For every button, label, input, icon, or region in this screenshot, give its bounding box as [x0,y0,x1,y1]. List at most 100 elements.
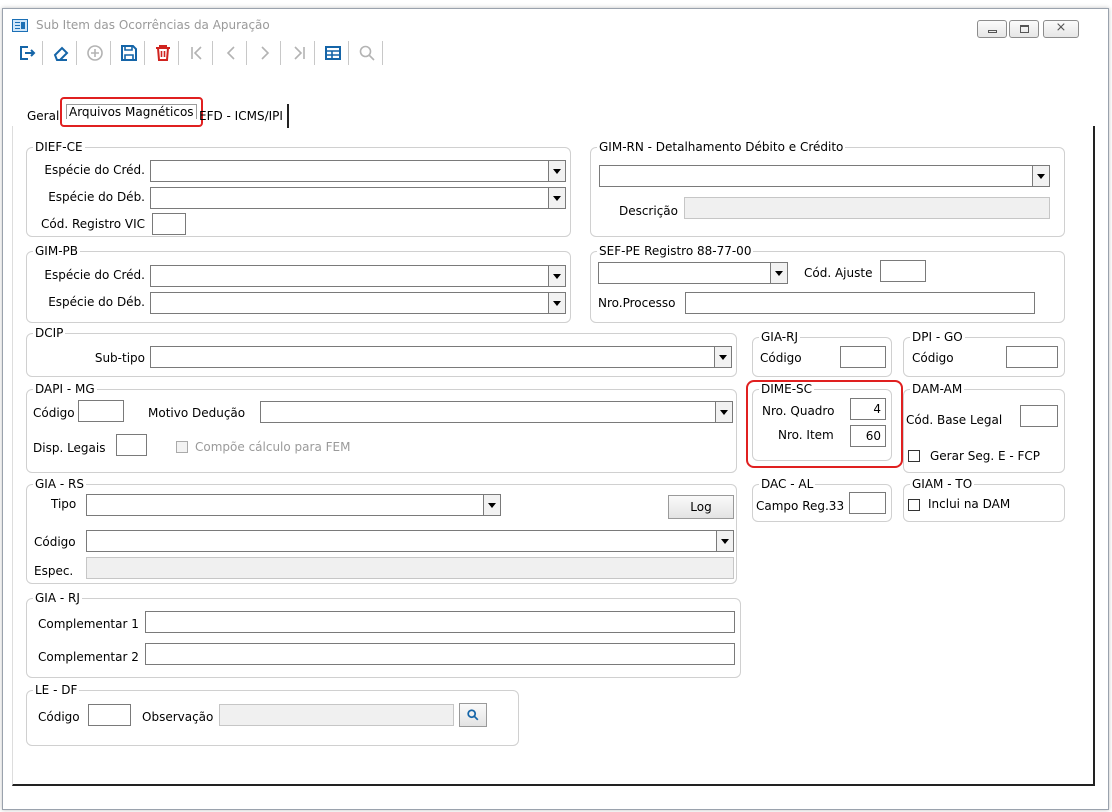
tab-geral[interactable]: Geral [24,104,62,128]
app-icon [12,19,28,32]
observacao-input [219,704,454,726]
dief-especie-cred-select[interactable] [150,160,566,182]
tipo-select[interactable] [86,494,501,516]
toolbar [6,38,386,70]
add-button [82,38,108,68]
tab-efd-icms-ipi[interactable]: EFD - ICMS/IPI [196,104,289,128]
clear-button[interactable] [48,38,74,68]
exit-icon [20,46,36,60]
dpi-go-codigo-input[interactable] [1006,346,1058,368]
inclui-dam-checkbox[interactable] [908,499,920,511]
complementar-2-input[interactable] [145,643,735,665]
label-disp-legais: Disp. Legais [33,441,106,455]
prev-icon [226,46,235,60]
gim-pb-especie-deb-select[interactable] [150,292,566,314]
cod-registro-vic-input[interactable] [152,213,186,235]
dief-especie-deb-select[interactable] [150,187,566,209]
label-campo-reg33: Campo Reg.33 [756,499,845,513]
save-icon [121,45,137,61]
maximize-icon [1020,25,1029,33]
chevron-down-icon[interactable] [548,188,565,208]
complementar-1-input[interactable] [145,611,735,633]
grid-icon [325,46,341,60]
minimize-icon [988,30,997,33]
observacao-search-button[interactable] [459,703,487,727]
group-title: GIA - RJ [33,591,82,605]
label-codigo: Código [38,710,80,724]
first-icon [191,46,202,60]
close-icon: ⨯ [1055,20,1067,35]
chevron-down-icon[interactable] [714,347,731,367]
cod-ajuste-input[interactable] [880,260,926,282]
compoe-fem-checkbox [176,441,188,453]
label-tipo: Tipo [51,497,77,511]
subtipo-select[interactable] [150,346,732,368]
search-icon [467,709,479,721]
first-record-button [184,38,210,68]
group-gim-rn: GIM-RN - Detalhamento Débito e Crédito [590,140,1065,237]
le-df-codigo-input[interactable] [88,704,131,726]
campo-reg33-input[interactable] [849,492,886,514]
log-button[interactable]: Log [668,495,734,519]
gia-rj-codigo-input[interactable] [840,346,886,368]
group-title: GIM-PB [33,244,80,258]
disp-legais-input[interactable] [116,434,147,456]
label-especie-deb: Espécie do Déb. [48,295,145,309]
exit-button[interactable] [14,38,40,68]
add-icon [87,45,103,61]
label-codigo: Código [760,351,802,365]
label-espec: Espec. [34,564,74,578]
save-button[interactable] [116,38,142,68]
delete-button[interactable] [150,38,176,68]
chevron-down-icon[interactable] [548,161,565,181]
group-title: DAM-AM [910,382,965,396]
gim-pb-especie-cred-select[interactable] [150,265,566,287]
close-button[interactable]: ⨯ [1043,20,1079,38]
prev-record-button [218,38,244,68]
tab-label: Arquivos Magnéticos [66,104,197,119]
label-codigo: Código [33,406,75,420]
search-icon [359,45,375,61]
grid-button[interactable] [320,38,346,68]
minimize-button[interactable] [977,20,1007,38]
highlight-dime-sc [746,380,903,468]
label-especie-cred: Espécie do Créd. [44,268,145,282]
chevron-down-icon[interactable] [548,293,565,313]
group-title: DPI - GO [910,330,965,344]
label-descricao: Descrição [618,204,678,218]
chevron-down-icon[interactable] [770,263,787,283]
gim-rn-select[interactable] [599,165,1050,187]
label-especie-deb: Espécie do Déb. [48,190,145,204]
chevron-down-icon[interactable] [715,402,732,422]
window-title: Sub Item das Ocorrências da Apuração [36,18,270,32]
label-cod-registro: Cód. Registro VIC [40,217,145,231]
nro-processo-input[interactable] [685,292,1035,314]
dapi-codigo-input[interactable] [78,400,124,422]
label-motivo-deducao: Motivo Dedução [148,406,246,420]
gerar-seg-checkbox[interactable] [908,450,920,462]
maximize-button[interactable] [1009,20,1039,38]
group-title: GIM-RN - Detalhamento Débito e Crédito [597,140,846,154]
group-title: DAC - AL [759,477,816,491]
label-complementar-1: Complementar 1 [38,617,139,631]
cod-base-legal-input[interactable] [1020,405,1058,427]
group-title: GIA-RJ [759,330,800,344]
chevron-down-icon[interactable] [716,531,733,551]
group-title: DIEF-CE [33,140,85,154]
chevron-down-icon[interactable] [548,266,565,286]
eraser-icon [53,46,69,61]
chevron-down-icon[interactable] [483,495,500,515]
label-nro-processo: Nro.Processo [598,296,676,310]
label-codigo: Código [34,535,76,549]
tab-arquivos-magneticos[interactable]: Arquivos Magnéticos [60,97,203,127]
group-title: GIAM - TO [910,477,975,491]
gia-rs-codigo-select[interactable] [86,530,734,552]
label-observacao: Observação [142,710,214,724]
sef-pe-select[interactable] [598,262,788,284]
chevron-down-icon[interactable] [1032,166,1049,186]
group-title: GIA - RS [33,477,86,491]
last-record-button [286,38,312,68]
group-title: LE - DF [33,683,80,697]
group-title: DAPI - MG [33,382,97,396]
motivo-deducao-select[interactable] [260,401,733,423]
